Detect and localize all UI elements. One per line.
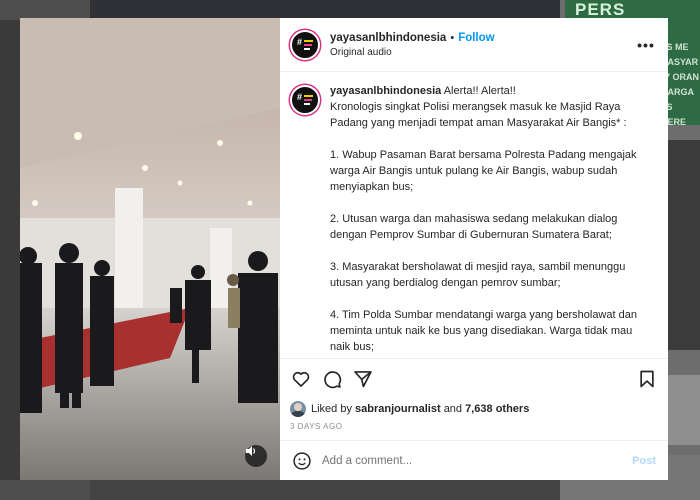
save-button[interactable]: [636, 368, 658, 390]
post-video[interactable]: [20, 18, 280, 480]
post-username[interactable]: yayasanlbhindonesia: [330, 32, 446, 44]
likes-count[interactable]: 7,638 others: [465, 403, 529, 415]
comment-icon: [324, 370, 342, 388]
liker-avatar[interactable]: [290, 401, 306, 417]
post-header-line: yayasanlbhindonesia • Follow: [330, 32, 636, 44]
caption-text: yayasanlbhindonesia Alerta!! Alerta!! Kr…: [330, 83, 656, 358]
liked-by-and: and: [443, 403, 463, 415]
comment-bar: Post: [280, 440, 668, 480]
bookmark-icon: [640, 370, 654, 387]
post-comment-button[interactable]: Post: [632, 455, 656, 467]
action-bar: [280, 358, 668, 398]
post-modal: # yayasanlbhindonesia • Follow Original …: [20, 18, 668, 480]
audio-toggle-button[interactable]: [245, 445, 267, 467]
liked-by-user[interactable]: sabranjournalist: [355, 403, 441, 415]
speaker-icon: [246, 446, 256, 456]
background-left-strip: [0, 20, 20, 480]
heart-icon: [292, 371, 310, 387]
emoji-icon[interactable]: [292, 451, 312, 471]
caption-title: Alerta!! Alerta!!: [443, 85, 516, 97]
caption-avatar[interactable]: #: [290, 85, 320, 115]
share-button[interactable]: [352, 368, 374, 390]
caption-section: # yayasanlbhindonesia Alerta!! Alerta!! …: [280, 72, 668, 358]
original-audio-link[interactable]: Original audio: [330, 47, 636, 58]
comment-input[interactable]: [322, 454, 633, 467]
video-frame: [20, 18, 280, 480]
background-top-strip: [90, 0, 560, 18]
lbh-logo-icon: #: [296, 91, 314, 109]
post-header-text: yayasanlbhindonesia • Follow Original au…: [330, 32, 636, 58]
post-details-panel: # yayasanlbhindonesia • Follow Original …: [280, 18, 668, 480]
separator-dot: •: [450, 31, 455, 44]
likes-summary: Liked by sabranjournalist and 7,638 othe…: [280, 398, 668, 420]
background-photo: [665, 140, 700, 350]
more-options-icon[interactable]: •••: [636, 37, 656, 53]
background-card: [665, 375, 700, 445]
caption-username[interactable]: yayasanlbhindonesia: [330, 85, 441, 97]
follow-button[interactable]: Follow: [458, 32, 494, 44]
lbh-logo-icon: #: [296, 35, 314, 54]
post-header: # yayasanlbhindonesia • Follow Original …: [280, 18, 668, 72]
share-icon: [354, 370, 372, 387]
like-button[interactable]: [290, 368, 312, 390]
caption-body: Kronologis singkat Polisi merangsek masu…: [330, 101, 637, 353]
post-timestamp[interactable]: 3 DAYS AGO: [280, 420, 668, 436]
profile-avatar[interactable]: #: [290, 29, 320, 60]
comment-button[interactable]: [321, 368, 343, 390]
background-bottom-strip: [90, 480, 560, 500]
liked-by-prefix: Liked by: [311, 403, 352, 415]
